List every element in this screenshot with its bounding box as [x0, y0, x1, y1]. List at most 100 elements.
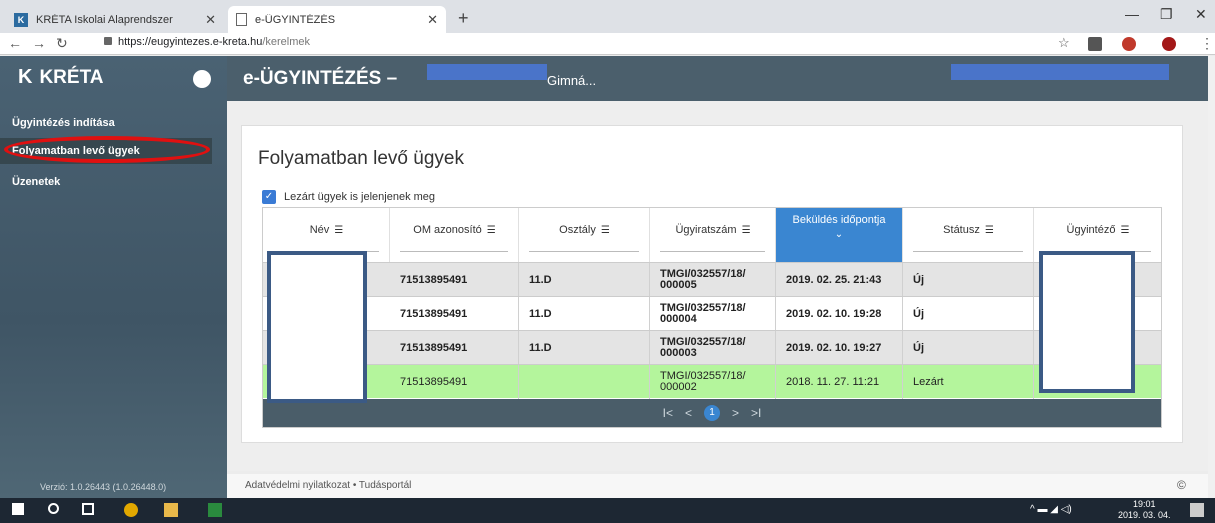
version-text: Verzió: 1.0.26443 (1.0.26448.0): [40, 482, 167, 492]
cell-status: Új: [903, 297, 1034, 331]
back-icon[interactable]: ←: [8, 35, 22, 51]
cell-sent: 2019. 02. 25. 21:43: [776, 263, 903, 297]
column-label: Ügyintéző: [1066, 224, 1116, 236]
restore-icon[interactable]: ❐: [1160, 6, 1173, 23]
clock[interactable]: 19:01 2019. 03. 04.: [1118, 499, 1171, 521]
system-tray-icons[interactable]: ^ ▬ ◢ ◁): [1030, 504, 1072, 515]
cell-class: 11.D: [519, 297, 650, 331]
column-header-osztaly[interactable]: Osztály ☰: [519, 208, 650, 262]
extension-avatar-icon[interactable]: [1162, 37, 1176, 51]
extension-p-icon[interactable]: [1088, 37, 1102, 51]
table-row[interactable]: 71513895491 11.D TMGI/032557/18/ 000004 …: [263, 296, 1161, 331]
checkbox-label: Lezárt ügyek is jelenjenek meg: [284, 191, 436, 203]
chrome-icon[interactable]: [124, 503, 138, 517]
cases-card: Folyamatban levő ügyek ✓ Lezárt ügyek is…: [241, 125, 1183, 443]
redaction-box: [267, 251, 367, 403]
url-field[interactable]: https://eugyintezes.e-kreta.hu/kerelmek: [104, 36, 310, 48]
column-label: Osztály: [559, 224, 596, 236]
new-tab-icon[interactable]: +: [458, 8, 469, 29]
main-content: Folyamatban levő ügyek ✓ Lezárt ügyek is…: [227, 101, 1208, 471]
next-page-button[interactable]: >: [732, 406, 739, 420]
redaction-box: [427, 64, 547, 80]
clock-time: 19:01: [1133, 499, 1156, 509]
task-view-icon[interactable]: [82, 503, 94, 515]
forward-icon[interactable]: →: [32, 35, 46, 51]
redaction-box: [1039, 251, 1135, 393]
sidebar-item-uzenetek[interactable]: Üzenetek: [0, 169, 212, 195]
cell-status: Lezárt: [903, 365, 1034, 399]
sidebar: K KRÉTA Ügyintézés indítása Folyamatban …: [0, 56, 227, 498]
cell-status: Új: [903, 331, 1034, 365]
last-page-button[interactable]: >I: [751, 406, 761, 420]
kreta-logo-icon: K: [18, 66, 33, 88]
brand-name: KRÉTA: [39, 66, 104, 88]
page-1-button[interactable]: 1: [704, 405, 720, 421]
close-window-icon[interactable]: ✕: [1195, 6, 1207, 23]
cell-class: 11.D: [519, 331, 650, 365]
browser-tab-kreta[interactable]: K KRÉTA Iskolai Alaprendszer ✕: [6, 6, 224, 33]
bookmark-star-icon[interactable]: ☆: [1058, 35, 1070, 51]
excel-icon[interactable]: [208, 503, 222, 517]
column-header-bekuldes[interactable]: Beküldés időpontja ⌄: [776, 208, 903, 262]
cell-class: [519, 365, 650, 399]
column-label: Státusz: [943, 224, 980, 236]
tab-title: KRÉTA Iskolai Alaprendszer: [36, 13, 173, 26]
sort-icon: ☰: [1120, 225, 1129, 236]
brand[interactable]: K KRÉTA: [18, 66, 104, 89]
extension-red-icon[interactable]: [1122, 37, 1136, 51]
cell-case: TMGI/032557/18/ 000005: [650, 263, 776, 297]
menu-dots-icon[interactable]: ⋮: [1200, 35, 1214, 52]
cell-case: TMGI/032557/18/ 000004: [650, 297, 776, 331]
cell-om: 71513895491: [390, 365, 519, 399]
page-scrollbar[interactable]: [1208, 56, 1215, 498]
chevron-down-icon: ⌄: [834, 229, 844, 240]
cell-om: 71513895491: [390, 331, 519, 365]
lock-icon: [104, 37, 112, 45]
column-header-ugyiratszam[interactable]: Ügyiratszám ☰: [650, 208, 776, 262]
table-row[interactable]: 71513895491 11.D TMGI/032557/18/ 000005 …: [263, 262, 1161, 297]
reload-icon[interactable]: ↻: [56, 35, 68, 52]
url-path: /kerelmek: [262, 36, 310, 48]
browser-tab-bar: K KRÉTA Iskolai Alaprendszer ✕ e-ÜGYINTÉ…: [0, 0, 1215, 33]
sidebar-item-ugyintezes-inditasa[interactable]: Ügyintézés indítása: [0, 110, 212, 136]
search-icon[interactable]: [48, 503, 59, 514]
cell-om: 71513895491: [390, 263, 519, 297]
sort-icon: ☰: [334, 225, 343, 236]
windows-start-icon[interactable]: [12, 503, 24, 515]
first-page-button[interactable]: I<: [663, 406, 673, 420]
cell-om: 71513895491: [390, 297, 519, 331]
column-header-statusz[interactable]: Státusz ☰: [903, 208, 1034, 262]
address-bar: ← → ↻ https://eugyintezes.e-kreta.hu/ker…: [0, 33, 1215, 55]
cell-class: 11.D: [519, 263, 650, 297]
table-row[interactable]: 71513895491 TMGI/032557/18/ 000002 2018.…: [263, 364, 1161, 399]
checkbox-checked-icon[interactable]: ✓: [262, 190, 276, 204]
copyright-icon: ©: [1177, 478, 1186, 492]
file-explorer-icon[interactable]: [164, 503, 178, 517]
url-host: https://eugyintezes.e-kreta.hu: [118, 36, 263, 48]
table-row[interactable]: 71513895491 11.D TMGI/032557/18/ 000003 …: [263, 330, 1161, 365]
pagination: I< < 1 > >I: [263, 399, 1161, 427]
page-favicon-icon: [236, 13, 247, 26]
app-header: e-ÜGYINTÉZÉS – Gimná...: [227, 56, 1208, 101]
cell-case: TMGI/032557/18/ 000002: [650, 365, 776, 399]
sort-icon: ☰: [486, 225, 496, 236]
column-label: OM azonosító: [413, 224, 482, 236]
cases-table: Név ☰ OM azonosító ☰ Osztály ☰ Ügyiratszám ☰…: [262, 207, 1162, 428]
browser-tab-eugyintezes[interactable]: e-ÜGYINTÉZÉS ✕: [228, 6, 446, 33]
cell-sent: 2019. 02. 10. 19:28: [776, 297, 903, 331]
close-tab-icon[interactable]: ✕: [427, 12, 438, 28]
kreta-favicon-icon: K: [14, 12, 28, 27]
app-title: e-ÜGYINTÉZÉS –: [243, 68, 398, 89]
close-tab-icon[interactable]: ✕: [205, 12, 216, 28]
prev-page-button[interactable]: <: [685, 406, 692, 420]
show-closed-checkbox-row[interactable]: ✓ Lezárt ügyek is jelenjenek meg: [262, 190, 435, 204]
tab-title: e-ÜGYINTÉZÉS: [255, 13, 336, 26]
user-dot-icon[interactable]: [193, 70, 211, 88]
column-header-om[interactable]: OM azonosító ☰: [390, 208, 519, 262]
windows-taskbar: ^ ▬ ◢ ◁) 19:01 2019. 03. 04.: [0, 498, 1215, 523]
minimize-icon[interactable]: —: [1125, 6, 1139, 22]
column-label: Ügyiratszám: [675, 224, 737, 236]
notifications-icon[interactable]: [1190, 503, 1204, 517]
footer-links[interactable]: Adatvédelmi nyilatkozat • Tudásportál: [245, 480, 411, 491]
cell-case: TMGI/032557/18/ 000003: [650, 331, 776, 365]
